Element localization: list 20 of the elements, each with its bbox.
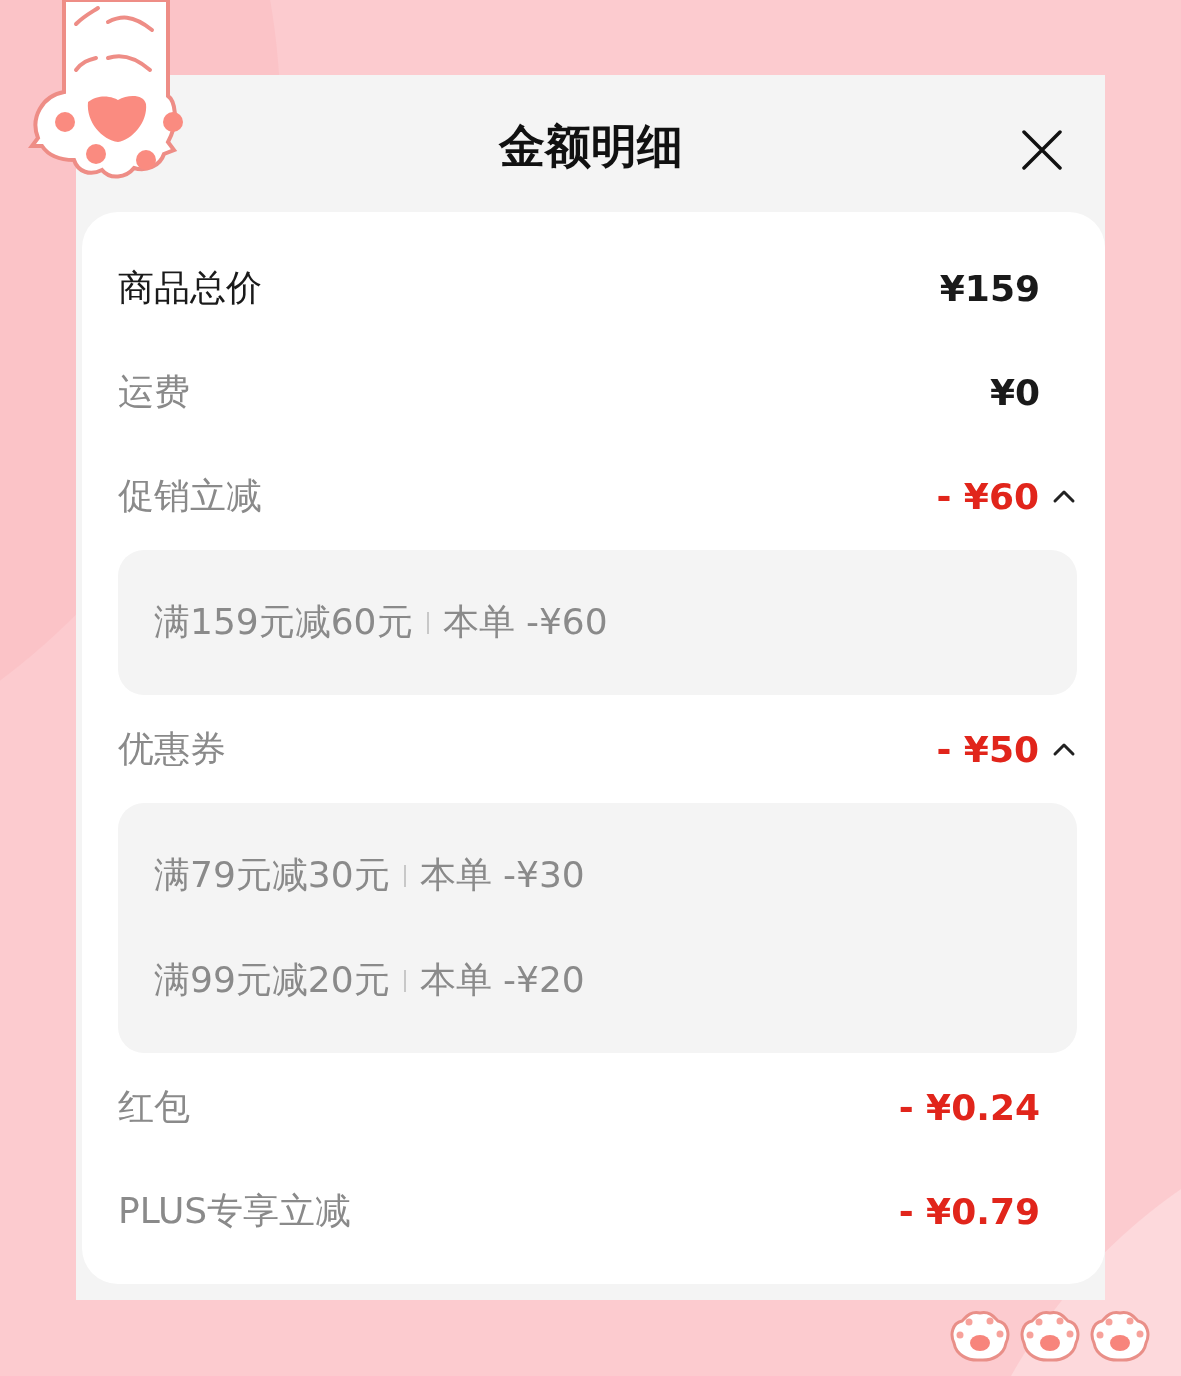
- row-amount: - ¥0.24: [898, 1086, 1040, 1128]
- row-label: 商品总价: [118, 265, 262, 310]
- row-label: 促销立减: [118, 473, 262, 518]
- row-label: 红包: [118, 1084, 190, 1129]
- discount-rule: 满79元减30元: [154, 853, 390, 897]
- discount-amount: 本单 -¥20: [419, 958, 585, 1002]
- row-label: 运费: [118, 369, 190, 414]
- row-label: 优惠券: [118, 726, 226, 771]
- dialog-title: 金额明细: [498, 117, 683, 175]
- row-amount: ¥0: [989, 371, 1040, 413]
- discount-amount: 本单 -¥30: [419, 853, 585, 897]
- row-amount: - ¥0.79: [898, 1190, 1040, 1232]
- row-amount: - ¥60: [936, 475, 1039, 517]
- row-label: PLUS专享立减: [118, 1188, 352, 1233]
- discount-rule: 满99元减20元: [154, 958, 390, 1002]
- row-amount: ¥159: [939, 267, 1040, 309]
- row-amount: - ¥50: [936, 728, 1039, 770]
- discount-amount: 本单 -¥60: [442, 600, 608, 644]
- close-icon[interactable]: [1019, 127, 1065, 173]
- discount-rule: 满159元减60元: [154, 600, 413, 644]
